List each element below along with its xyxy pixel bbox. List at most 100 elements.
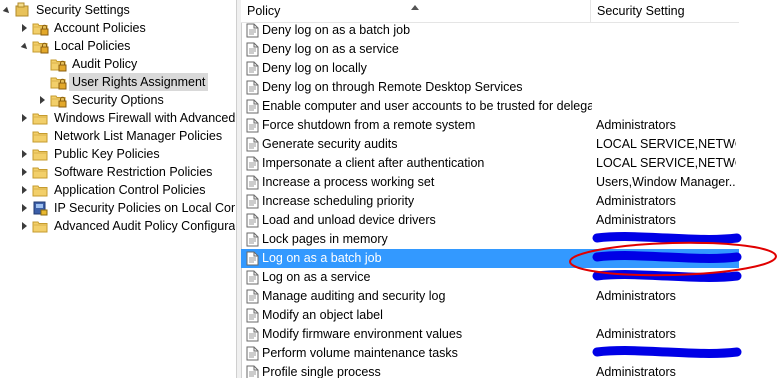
policy-document-icon bbox=[246, 232, 259, 247]
folder-icon bbox=[32, 164, 49, 180]
expand-arrow-icon[interactable] bbox=[22, 204, 27, 212]
policy-row[interactable]: Enable computer and user accounts to be … bbox=[241, 97, 739, 116]
folder-lock-icon bbox=[50, 56, 67, 72]
policy-security-setting: LOCAL SERVICE,NETWO... bbox=[596, 156, 736, 170]
policy-document-icon bbox=[246, 213, 259, 228]
tree-item-ip-security-policies-on-local-computer[interactable]: IP Security Policies on Local Computer bbox=[0, 199, 235, 217]
tree-item-windows-firewall-with-advanced-security[interactable]: Windows Firewall with Advanced Security bbox=[0, 109, 235, 127]
expand-arrow-icon[interactable] bbox=[40, 96, 45, 104]
policy-name: Increase scheduling priority bbox=[262, 194, 415, 208]
policy-row[interactable]: Manage auditing and security log Administ… bbox=[241, 287, 739, 306]
policy-row[interactable]: Deny log on locally bbox=[241, 59, 739, 78]
column-header-security-setting[interactable]: Security Setting bbox=[591, 0, 745, 22]
collapse-arrow-icon[interactable] bbox=[20, 42, 30, 52]
policy-row[interactable]: Perform volume maintenance tasks bbox=[241, 344, 739, 363]
policy-document-icon bbox=[246, 365, 259, 378]
policy-document-icon bbox=[246, 346, 259, 361]
column-header-setting-label: Security Setting bbox=[597, 4, 685, 18]
policy-document-icon bbox=[246, 42, 259, 57]
policy-security-setting: Administrators bbox=[596, 194, 676, 208]
tree-item-label: Windows Firewall with Advanced Security bbox=[54, 111, 235, 125]
policy-name: Modify firmware environment values bbox=[262, 327, 463, 341]
policy-row[interactable]: Modify firmware environment values Admini… bbox=[241, 325, 739, 344]
folder-icon bbox=[32, 128, 49, 144]
collapse-arrow-icon[interactable] bbox=[2, 6, 12, 16]
expand-arrow-icon[interactable] bbox=[22, 168, 27, 176]
policy-name: Force shutdown from a remote system bbox=[262, 118, 476, 132]
policy-name: Deny log on locally bbox=[262, 61, 367, 75]
tree-pane[interactable]: Security Settings Account Policies Local P… bbox=[0, 0, 235, 378]
folder-lock-icon bbox=[50, 74, 67, 90]
expand-arrow-icon[interactable] bbox=[22, 186, 27, 194]
folder-lock-icon bbox=[32, 20, 49, 36]
folder-lock-icon bbox=[32, 38, 49, 54]
policy-document-icon bbox=[246, 80, 259, 95]
policy-name: Deny log on through Remote Desktop Servi… bbox=[262, 80, 523, 94]
column-header-policy[interactable]: Policy bbox=[241, 0, 591, 22]
policy-name: Increase a process working set bbox=[262, 175, 435, 189]
policy-name: Deny log on as a service bbox=[262, 42, 399, 56]
policy-name: Load and unload device drivers bbox=[262, 213, 436, 227]
policy-security-setting: Administrators bbox=[596, 213, 676, 227]
tree-item-account-policies[interactable]: Account Policies bbox=[0, 19, 235, 37]
policy-row[interactable]: Deny log on as a batch job bbox=[241, 21, 739, 40]
policy-row[interactable]: Log on as a batch job bbox=[241, 249, 739, 268]
policy-row[interactable]: Generate security audits LOCAL SERVICE,NE… bbox=[241, 135, 739, 154]
policy-name: Perform volume maintenance tasks bbox=[262, 346, 458, 360]
policy-document-icon bbox=[246, 270, 259, 285]
policy-row[interactable]: Log on as a service bbox=[241, 268, 739, 287]
policy-document-icon bbox=[246, 194, 259, 209]
tree-item-label: IP Security Policies on Local Computer bbox=[54, 201, 235, 215]
policy-row[interactable]: Force shutdown from a remote system Admin… bbox=[241, 116, 739, 135]
tree-item-network-list-manager-policies[interactable]: Network List Manager Policies bbox=[0, 127, 235, 145]
policy-row[interactable]: Deny log on through Remote Desktop Servi… bbox=[241, 78, 739, 97]
policy-row[interactable]: Modify an object label bbox=[241, 306, 739, 325]
folder-icon bbox=[32, 218, 49, 234]
policy-document-icon bbox=[246, 175, 259, 190]
policy-name: Enable computer and user accounts to be … bbox=[262, 99, 592, 113]
policy-security-setting: Administrators bbox=[596, 365, 676, 378]
tree-item-user-rights-assignment[interactable]: User Rights Assignment bbox=[0, 73, 235, 91]
column-header-policy-label: Policy bbox=[247, 4, 281, 18]
sort-ascending-icon bbox=[411, 5, 419, 10]
policy-name: Profile single process bbox=[262, 365, 381, 378]
tree-item-local-policies[interactable]: Local Policies bbox=[0, 37, 235, 55]
policy-row[interactable]: Increase a process working set Users,Wind… bbox=[241, 173, 739, 192]
policy-row[interactable]: Load and unload device drivers Administra… bbox=[241, 211, 739, 230]
tree-item-label: Local Policies bbox=[54, 39, 131, 53]
tree-item-label: User Rights Assignment bbox=[69, 73, 209, 91]
tree-item-software-restriction-policies[interactable]: Software Restriction Policies bbox=[0, 163, 235, 181]
expand-arrow-icon[interactable] bbox=[22, 24, 27, 32]
policy-row[interactable]: Deny log on as a service bbox=[241, 40, 739, 59]
expand-arrow-icon[interactable] bbox=[22, 150, 27, 158]
expand-arrow-icon[interactable] bbox=[22, 222, 27, 230]
tree-item-label: Security Settings bbox=[36, 3, 130, 17]
tree-item-label: Security Options bbox=[72, 93, 164, 107]
policy-row[interactable]: Impersonate a client after authenticatio… bbox=[241, 154, 739, 173]
tree-item-label: Software Restriction Policies bbox=[54, 165, 213, 179]
policy-name: Deny log on as a batch job bbox=[262, 23, 411, 37]
policy-row[interactable]: Increase scheduling priority Administrato… bbox=[241, 192, 739, 211]
tree-item-label: Network List Manager Policies bbox=[54, 129, 223, 143]
tree-item-security-settings[interactable]: Security Settings bbox=[0, 1, 235, 19]
policy-security-setting: Users,Window Manager... bbox=[596, 175, 736, 189]
tree-item-public-key-policies[interactable]: Public Key Policies bbox=[0, 145, 235, 163]
security-settings-icon bbox=[14, 2, 31, 18]
tree-item-label: Audit Policy bbox=[72, 57, 138, 71]
tree-item-security-options[interactable]: Security Options bbox=[0, 91, 235, 109]
policy-document-icon bbox=[246, 137, 259, 152]
tree-item-label: Application Control Policies bbox=[54, 183, 206, 197]
expand-arrow-icon[interactable] bbox=[22, 114, 27, 122]
policy-document-icon bbox=[246, 327, 259, 342]
tree-item-audit-policy[interactable]: Audit Policy bbox=[0, 55, 235, 73]
policy-security-setting: LOCAL SERVICE,NETWO... bbox=[596, 137, 736, 151]
policy-document-icon bbox=[246, 118, 259, 133]
policy-name: Modify an object label bbox=[262, 308, 383, 322]
tree-item-advanced-audit-policy-configuration[interactable]: Advanced Audit Policy Configuration bbox=[0, 217, 235, 235]
policy-row[interactable]: Profile single process Administrators bbox=[241, 363, 739, 378]
policy-list[interactable]: Policy Security Setting Deny log on as a… bbox=[241, 0, 777, 378]
list-header: Policy Security Setting bbox=[241, 0, 739, 23]
policy-row[interactable]: Lock pages in memory bbox=[241, 230, 739, 249]
tree-item-application-control-policies[interactable]: Application Control Policies bbox=[0, 181, 235, 199]
policy-document-icon bbox=[246, 23, 259, 38]
